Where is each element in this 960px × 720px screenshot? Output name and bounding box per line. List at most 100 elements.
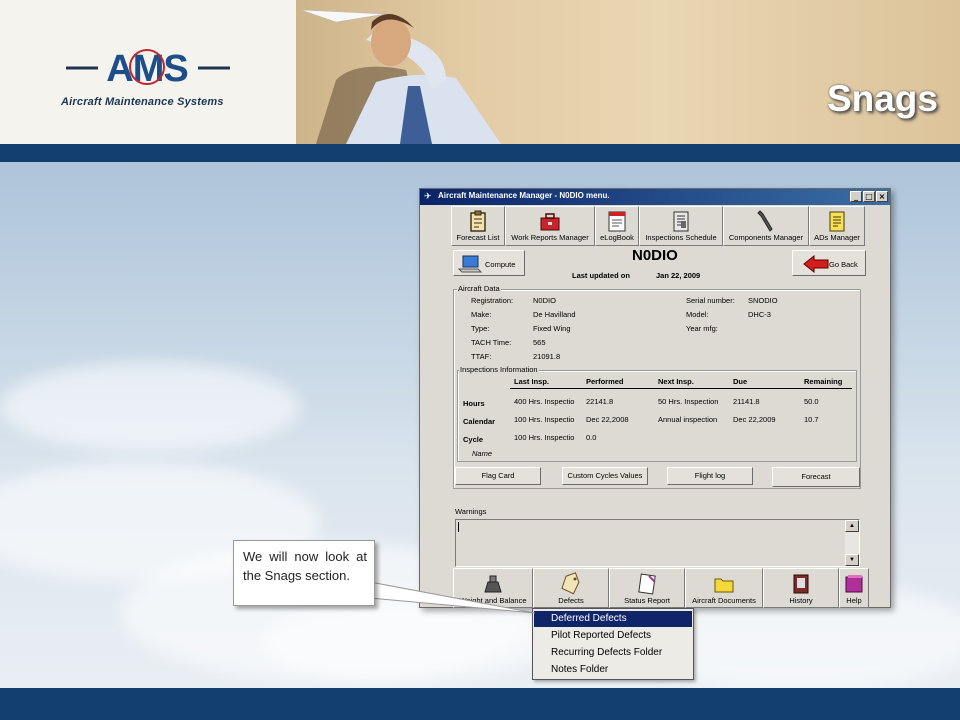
custom-cycles-values-button[interactable]: Custom Cycles Values — [562, 467, 648, 485]
ams-logo-mark: AMS — [66, 48, 230, 90]
hours-due: 21141.8 — [733, 397, 760, 406]
schedule-icon — [673, 211, 689, 232]
back-arrow-icon — [803, 255, 829, 273]
hours-remaining: 50.0 — [804, 397, 819, 406]
ads-manager-button[interactable]: ADs Manager — [809, 206, 865, 246]
menu-item-pilot-reported-defects[interactable]: Pilot Reported Defects — [534, 628, 692, 644]
forecast-list-button[interactable]: Forecast List — [451, 206, 505, 246]
tach-label: TACH Time: — [471, 338, 512, 347]
compute-label: Compute — [485, 260, 516, 269]
toolbar-label: Forecast List — [456, 233, 500, 242]
hours-performed: 22141.8 — [586, 397, 614, 406]
status-report-button[interactable]: Status Report — [609, 568, 685, 608]
window-titlebar[interactable]: ✈ Aircraft Maintenance Manager - N0DIO m… — [420, 189, 890, 205]
callout-text: We will now look at the Snags section. — [243, 549, 367, 583]
cycle-performed: 0.0 — [586, 433, 597, 442]
col-due: Due — [733, 377, 748, 386]
row-label-calendar: Calendar — [463, 417, 496, 426]
work-reports-manager-button[interactable]: Work Reports Manager — [505, 206, 595, 246]
folder-icon — [714, 578, 734, 593]
elogbook-button[interactable]: eLogBook — [595, 206, 639, 246]
warnings-textarea[interactable] — [455, 519, 860, 567]
wrench-icon — [757, 210, 773, 232]
history-button[interactable]: History — [763, 568, 839, 608]
components-manager-button[interactable]: Components Manager — [723, 206, 809, 246]
last-updated-value: Jan 22, 2009 — [656, 271, 701, 280]
toolbar-label: Status Report — [624, 596, 670, 605]
aircraft-documents-button[interactable]: Aircraft Documents — [685, 568, 763, 608]
history-book-icon — [793, 574, 809, 594]
warnings-label: Warnings — [455, 507, 487, 516]
defects-button[interactable]: Defects — [533, 568, 609, 608]
toolbar-label: Aircraft Documents — [692, 596, 756, 605]
name-label: Name — [472, 449, 493, 458]
laptop-icon — [458, 255, 482, 273]
menu-item-deferred-defects[interactable]: Deferred Defects — [534, 611, 692, 627]
slide-header: AMS Aircraft Maintenance Systems Snags — [0, 0, 960, 144]
col-remaining: Remaining — [804, 377, 843, 386]
maximize-button[interactable]: □ — [863, 191, 875, 202]
make-value: De Havilland — [533, 310, 576, 319]
serial-value: SNODIO — [748, 296, 778, 305]
aircraft-name: N0DIO — [632, 247, 678, 264]
flight-log-button[interactable]: Flight log — [667, 467, 753, 485]
last-updated-label: Last updated on — [572, 271, 630, 280]
calendar-due: Dec 22,2009 — [733, 415, 776, 424]
help-button[interactable]: Help — [839, 568, 869, 608]
plane-icon: ✈ — [424, 191, 432, 201]
inspections-legend: Inspections Information — [459, 365, 539, 374]
compute-button[interactable]: Compute — [453, 250, 525, 276]
scroll-up-button[interactable]: ▲ — [845, 520, 859, 532]
flag-card-button[interactable]: Flag Card — [455, 467, 541, 485]
ams-logo: AMS Aircraft Maintenance Systems — [58, 38, 248, 118]
help-book-icon — [845, 575, 863, 593]
logbook-icon — [608, 211, 626, 232]
tag-icon — [561, 572, 580, 595]
toolbar-label: History — [789, 596, 813, 605]
calendar-next: Annual inspection — [658, 415, 718, 424]
window-title: Aircraft Maintenance Manager - N0DIO men… — [438, 191, 610, 200]
type-value: Fixed Wing — [533, 324, 571, 333]
header-photo — [296, 0, 960, 144]
serial-label: Serial number: — [686, 296, 735, 305]
forecast-button[interactable]: Forecast — [772, 467, 860, 487]
inspections-schedule-button[interactable]: Inspections Schedule — [639, 206, 723, 246]
footer-band — [0, 688, 960, 720]
menu-item-notes-folder[interactable]: Notes Folder — [534, 662, 692, 678]
cycle-last: 100 Hrs. Inspectio — [514, 433, 575, 442]
go-back-button[interactable]: Go Back — [792, 250, 866, 276]
col-next-insp: Next Insp. — [658, 377, 694, 386]
text-caret — [458, 522, 459, 532]
toolbar-label: Defects — [558, 596, 584, 605]
notepad-icon — [829, 211, 845, 232]
app-window: ✈ Aircraft Maintenance Manager - N0DIO m… — [419, 188, 891, 608]
calendar-last: 100 Hrs. Inspectio — [514, 415, 575, 424]
registration-label: Registration: — [471, 296, 514, 305]
type-label: Type: — [471, 324, 490, 333]
warnings-scrollbar[interactable]: ▲ ▼ — [845, 520, 859, 566]
registration-value: N0DIO — [533, 296, 556, 305]
toolbar-label: ADs Manager — [814, 233, 860, 242]
hours-next: 50 Hrs. Inspection — [658, 397, 719, 406]
toolbar-label: Help — [846, 596, 862, 605]
calendar-performed: Dec 22,2008 — [586, 415, 629, 424]
header-rule — [510, 388, 852, 389]
clipboard-icon — [470, 210, 486, 232]
go-back-label: Go Back — [829, 260, 858, 269]
model-label: Model: — [686, 310, 709, 319]
minimize-button[interactable]: _ — [850, 191, 862, 202]
cloud — [0, 362, 300, 452]
scroll-down-button[interactable]: ▼ — [845, 554, 859, 566]
ttaf-label: TTAF: — [471, 352, 492, 361]
year-label: Year mfg: — [686, 324, 718, 333]
instruction-callout: We will now look at the Snags section. — [233, 540, 375, 606]
hours-last: 400 Hrs. Inspectio — [514, 397, 575, 406]
row-label-hours: Hours — [463, 399, 485, 408]
toolbar-label: eLogBook — [600, 233, 634, 242]
menu-item-recurring-defects-folder[interactable]: Recurring Defects Folder — [534, 645, 692, 661]
ttaf-value: 21091.8 — [533, 352, 561, 361]
toolbar-label: Components Manager — [728, 233, 804, 242]
calendar-remaining: 10.7 — [804, 415, 819, 424]
close-button[interactable]: × — [876, 191, 888, 202]
model-value: DHC-3 — [748, 310, 771, 319]
